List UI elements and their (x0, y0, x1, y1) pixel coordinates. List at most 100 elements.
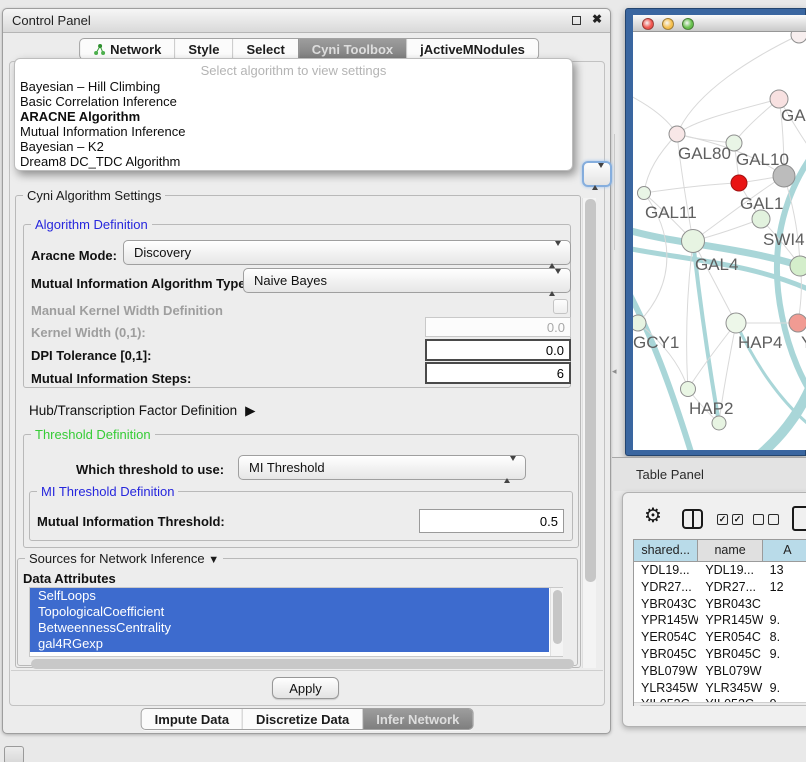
kernel-width-label: Kernel Width (0,1): (31, 325, 146, 340)
node-label: GAL11 (645, 203, 697, 222)
algorithm-option[interactable]: ARACNE Algorithm (19, 110, 568, 125)
table-cell: YER054C (634, 629, 698, 646)
columns-icon[interactable] (682, 509, 703, 529)
network-node-hap2[interactable] (681, 382, 696, 397)
column-header-shared[interactable]: shared... (634, 540, 698, 561)
tab-jactivemnodules[interactable]: jActiveMNodules (406, 39, 538, 59)
network-node-gal80[interactable] (669, 126, 685, 142)
table-toolbar: ⚙ ✓✓ (623, 493, 806, 539)
control-panel-titlebar[interactable]: Control Panel ✖ (3, 9, 610, 33)
table-row[interactable]: YER054CYER054C8. (634, 629, 806, 646)
attribute-item[interactable]: SelfLoops (30, 588, 549, 604)
attribute-item[interactable]: BetweennessCentrality (30, 620, 549, 636)
network-node-gal4[interactable] (682, 230, 705, 253)
network-canvas[interactable]: GAL7GAL80GAL10GAL1GAL11SWI4GAL4GCY1HAP4Y… (633, 32, 806, 450)
network-node-gal11[interactable] (638, 187, 651, 200)
table-row[interactable]: YDL19...YDL19...13 (634, 562, 806, 579)
panel-resize-handle[interactable]: ◂ (612, 366, 617, 377)
network-graph[interactable]: GAL7GAL80GAL10GAL1GAL11SWI4GAL4GCY1HAP4Y… (633, 32, 806, 450)
attribute-item[interactable]: gal4RGexp (30, 636, 549, 652)
network-edge[interactable] (633, 92, 677, 134)
mac-minimize-button[interactable] (662, 18, 674, 30)
tab-impute-data[interactable]: Impute Data (142, 709, 242, 729)
which-threshold-combo[interactable]: MI Threshold (238, 455, 526, 480)
algorithm-option[interactable]: Bayesian – K2 (19, 140, 568, 155)
dpi-tolerance-field[interactable] (425, 339, 571, 361)
network-window-titlebar[interactable] (633, 15, 806, 32)
kernel-width-field[interactable] (425, 317, 571, 337)
manual-kernel-checkbox[interactable] (553, 299, 568, 314)
table-cell (763, 596, 806, 613)
network-node-y[interactable] (789, 314, 806, 332)
aracne-mode-combo[interactable]: Discovery (123, 240, 571, 265)
table-cell: 12 (763, 579, 806, 596)
spinner-arrows-icon (549, 274, 561, 292)
sources-legend[interactable]: Sources for Network Inference ▼ (25, 551, 223, 566)
network-node-gcy1[interactable] (633, 315, 646, 331)
network-edge[interactable] (687, 241, 693, 389)
network-edge[interactable] (677, 134, 734, 143)
tab-style[interactable]: Style (174, 39, 232, 59)
mi-threshold-label: Mutual Information Threshold: (37, 514, 225, 529)
tab-discretize-data[interactable]: Discretize Data (242, 709, 362, 729)
table-row[interactable]: YDR27...YDR27...12 (634, 579, 806, 596)
table-row[interactable]: YPR145WYPR145W9. (634, 612, 806, 629)
network-node[interactable] (790, 256, 806, 276)
algorithm-option[interactable]: Bayesian – Hill Climbing (19, 80, 568, 95)
network-edge[interactable] (644, 183, 739, 193)
network-edge[interactable] (677, 99, 779, 134)
mac-close-button[interactable] (642, 18, 654, 30)
attributes-hscrollbar[interactable] (31, 659, 574, 669)
mac-zoom-button[interactable] (682, 18, 694, 30)
column-header-A[interactable]: A (763, 540, 806, 561)
hub-section-toggle[interactable]: Hub/Transcription Factor Definition▶ (29, 403, 255, 419)
function-icon[interactable] (792, 506, 806, 531)
minimized-panel-icon[interactable] (4, 746, 24, 762)
table-row[interactable]: YBR043CYBR043C (634, 596, 806, 613)
network-node-gal1[interactable] (731, 175, 747, 191)
table-cell: YDL19... (634, 562, 698, 579)
inference-algorithm-combo-stub[interactable] (582, 161, 612, 187)
network-node[interactable] (791, 32, 806, 43)
cyni-bottom-tabs: Impute Data Discretize Data Infer Network (141, 708, 474, 730)
table-cell: YPR145W (698, 612, 762, 629)
table-hscrollbar[interactable] (634, 702, 806, 706)
attribute-item[interactable]: TopologicalCoefficient (30, 604, 549, 620)
gear-icon[interactable]: ⚙ (644, 503, 662, 528)
algorithm-option[interactable]: Mutual Information Inference (19, 125, 568, 140)
algorithm-option[interactable]: Dream8 DC_TDC Algorithm (19, 155, 568, 170)
tab-cyni-toolbox[interactable]: Cyni Toolbox (298, 39, 406, 59)
table-cell: 9. (763, 646, 806, 663)
network-edge[interactable] (644, 134, 677, 193)
close-icon[interactable]: ✖ (592, 12, 602, 26)
table-panel-window: ⚙ ✓✓ shared...nameA YDL19...YDL19...13YD… (622, 492, 806, 727)
table-row[interactable]: YBL079WYBL079W (634, 663, 806, 680)
table-row[interactable]: YBR045CYBR045C9. (634, 646, 806, 663)
data-attributes-list[interactable]: SelfLoopsTopologicalCoefficientBetweenne… (29, 587, 563, 657)
which-threshold-value: MI Threshold (249, 460, 325, 475)
deselect-all-icon[interactable] (753, 514, 779, 525)
tab-infer-network[interactable]: Infer Network (362, 709, 472, 729)
network-view-window[interactable]: GAL7GAL80GAL10GAL1GAL11SWI4GAL4GCY1HAP4Y… (625, 8, 806, 456)
network-node[interactable] (712, 416, 726, 430)
algorithm-option[interactable]: Basic Correlation Inference (19, 95, 568, 110)
settings-vscrollbar[interactable] (582, 198, 596, 668)
float-window-icon[interactable] (572, 16, 581, 25)
mi-algorithm-type-combo[interactable]: Naive Bayes (243, 268, 571, 293)
tab-label: Discretize Data (256, 712, 349, 727)
network-edge[interactable] (633, 278, 691, 450)
mi-steps-field[interactable] (425, 362, 571, 384)
network-node-hap4[interactable] (726, 313, 746, 333)
node-label: HAP4 (738, 333, 782, 352)
column-header-name[interactable]: name (698, 540, 762, 561)
attributes-vscrollbar[interactable] (550, 588, 563, 656)
tab-network[interactable]: Network (80, 39, 174, 59)
table-header-row: shared...nameA (634, 540, 806, 562)
apply-button[interactable]: Apply (272, 677, 339, 699)
tab-select[interactable]: Select (232, 39, 297, 59)
table-row[interactable]: YLR345WYLR345W9. (634, 680, 806, 697)
control-panel-tabs: NetworkStyleSelectCyni ToolboxjActiveMNo… (79, 38, 539, 60)
mi-threshold-field[interactable] (419, 509, 564, 533)
select-all-icon[interactable]: ✓✓ (717, 514, 743, 525)
aracne-mode-label: Aracne Mode: (31, 248, 117, 263)
